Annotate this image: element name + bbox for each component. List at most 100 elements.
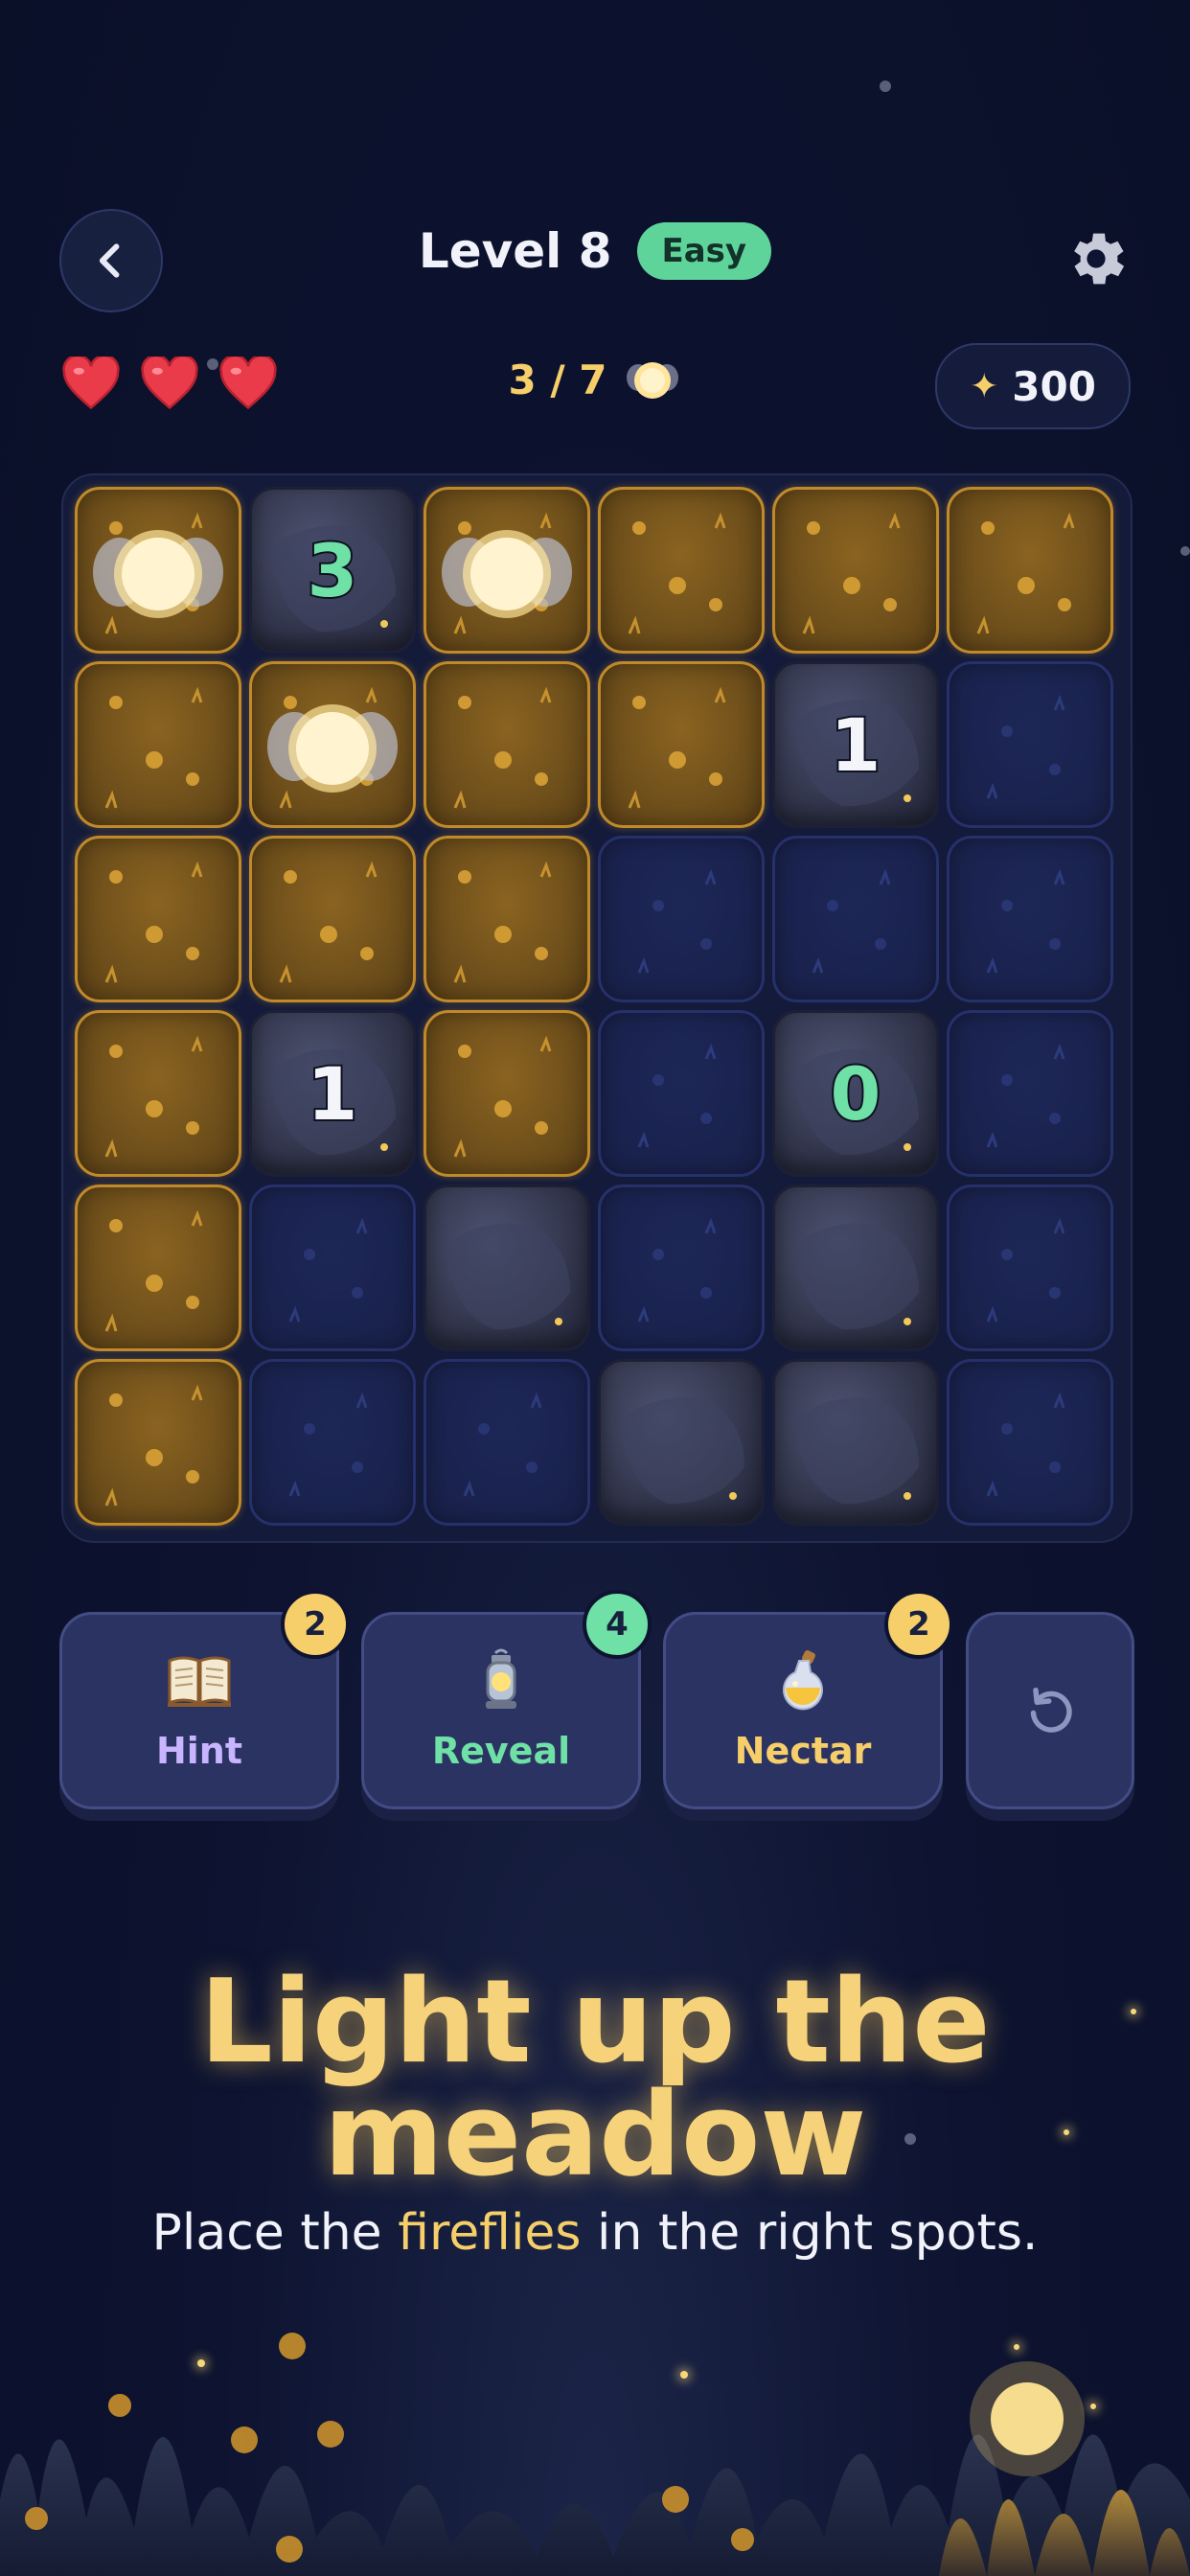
- headline-line-2: meadow: [323, 2069, 867, 2202]
- hint-count-badge: 2: [281, 1590, 350, 1659]
- board-cell-stone: 1: [772, 661, 939, 828]
- hint-label: Hint: [155, 1730, 243, 1772]
- stone-texture: [794, 1397, 919, 1505]
- board-cell-lit[interactable]: [423, 836, 590, 1002]
- reveal-button[interactable]: Reveal 4: [361, 1590, 652, 1809]
- leaf-decoration: [288, 1392, 368, 1497]
- stone-texture: [620, 1397, 744, 1505]
- hint-button[interactable]: Hint 2: [59, 1590, 350, 1809]
- flower-decoration: [104, 1384, 203, 1506]
- board-cell-lit[interactable]: [75, 1184, 241, 1351]
- nectar-button[interactable]: Nectar 2: [663, 1590, 953, 1809]
- meadow-grass-decoration: [0, 2333, 1190, 2576]
- board-cell-stone: [423, 1184, 590, 1351]
- flower-decoration: [104, 686, 203, 809]
- leaf-decoration: [637, 868, 717, 974]
- board-cell-firefly[interactable]: [249, 661, 416, 828]
- subtitle-highlight: fireflies: [398, 2204, 582, 2262]
- board-cell-lit[interactable]: [75, 1010, 241, 1177]
- level-header: Level 8 Easy: [0, 222, 1190, 280]
- board-cell-unlit[interactable]: [947, 1010, 1113, 1177]
- flower-decoration: [976, 512, 1075, 634]
- level-title: Level 8: [418, 223, 612, 279]
- firefly-icon: [626, 362, 678, 399]
- board-cell-unlit[interactable]: [772, 836, 939, 1002]
- flower-decoration: [279, 861, 378, 983]
- gear-icon[interactable]: [1062, 224, 1131, 293]
- leaf-decoration: [986, 1217, 1065, 1322]
- board-cell-unlit[interactable]: [947, 661, 1113, 828]
- undo-icon: [1030, 1688, 1072, 1733]
- leaf-decoration: [637, 1043, 717, 1148]
- nectar-count-badge: 2: [884, 1590, 953, 1659]
- firefly-icon: [267, 704, 398, 793]
- flower-decoration: [104, 1209, 203, 1332]
- board-cell-lit[interactable]: [423, 1010, 590, 1177]
- sparkle-icon: ✦: [970, 366, 999, 406]
- leaf-decoration: [812, 868, 891, 974]
- headline-line-1: Light up the: [199, 1956, 991, 2089]
- board-cell-lit[interactable]: [75, 661, 241, 828]
- leaf-decoration: [986, 868, 1065, 974]
- board-cell-lit[interactable]: [772, 487, 939, 654]
- board-cell-lit[interactable]: [249, 836, 416, 1002]
- flower-decoration: [628, 512, 726, 634]
- board-cell-unlit[interactable]: [598, 836, 765, 1002]
- coin-balance[interactable]: ✦ 300: [935, 343, 1131, 429]
- board-cell-stone: [772, 1184, 939, 1351]
- undo-button[interactable]: [966, 1612, 1134, 1809]
- flower-decoration: [453, 686, 552, 809]
- clue-number: 3: [306, 526, 360, 615]
- flower-decoration: [628, 686, 726, 809]
- stone-texture: [446, 1223, 570, 1330]
- board-cell-firefly[interactable]: [75, 487, 241, 654]
- board-cell-lit[interactable]: [75, 1359, 241, 1526]
- coin-count: 300: [1012, 362, 1096, 410]
- firefly-icon: [442, 530, 572, 618]
- board-cell-unlit[interactable]: [598, 1184, 765, 1351]
- board-cell-unlit[interactable]: [598, 1010, 765, 1177]
- board-cell-lit[interactable]: [947, 487, 1113, 654]
- stone-texture: [794, 1223, 919, 1330]
- background-star: [1180, 546, 1190, 556]
- leaf-decoration: [986, 694, 1065, 799]
- leaf-decoration: [288, 1217, 368, 1322]
- nectar-label: Nectar: [734, 1730, 872, 1772]
- clue-number: 1: [829, 701, 883, 790]
- subtitle-text-end: in the right spots.: [581, 2204, 1039, 2262]
- flower-decoration: [104, 861, 203, 983]
- firefly-icon: [93, 530, 223, 618]
- book-icon: [168, 1656, 231, 1707]
- leaf-decoration: [637, 1217, 717, 1322]
- leaf-decoration: [986, 1392, 1065, 1497]
- game-board: 3 1 1 0: [61, 473, 1133, 1543]
- board-cell-unlit[interactable]: [249, 1184, 416, 1351]
- board-cell-unlit[interactable]: [947, 836, 1113, 1002]
- clue-number: 1: [306, 1049, 360, 1138]
- board-cell-stone: [598, 1359, 765, 1526]
- board-cell-stone: 1: [249, 1010, 416, 1177]
- board-cell-lit[interactable]: [598, 661, 765, 828]
- board-cell-lit[interactable]: [75, 836, 241, 1002]
- progress-count: 3 / 7: [508, 356, 607, 403]
- flower-decoration: [802, 512, 901, 634]
- board-cell-stone: [772, 1359, 939, 1526]
- leaf-decoration: [463, 1392, 542, 1497]
- board-cell-lit[interactable]: [598, 487, 765, 654]
- board-cell-unlit[interactable]: [947, 1359, 1113, 1526]
- subtitle: Place the fireflies in the right spots.: [0, 2204, 1190, 2262]
- flower-decoration: [104, 1035, 203, 1158]
- board-cell-unlit[interactable]: [947, 1184, 1113, 1351]
- background-star: [880, 80, 891, 92]
- board-cell-lit[interactable]: [423, 661, 590, 828]
- flower-decoration: [453, 861, 552, 983]
- difficulty-badge: Easy: [636, 222, 772, 280]
- headline: Light up the meadow: [0, 1956, 1190, 2202]
- board-cell-unlit[interactable]: [423, 1359, 590, 1526]
- potion-icon: [783, 1650, 823, 1711]
- board-cell-unlit[interactable]: [249, 1359, 416, 1526]
- flower-decoration: [453, 1035, 552, 1158]
- leaf-decoration: [986, 1043, 1065, 1148]
- board-cell-firefly[interactable]: [423, 487, 590, 654]
- reveal-count-badge: 4: [583, 1590, 652, 1659]
